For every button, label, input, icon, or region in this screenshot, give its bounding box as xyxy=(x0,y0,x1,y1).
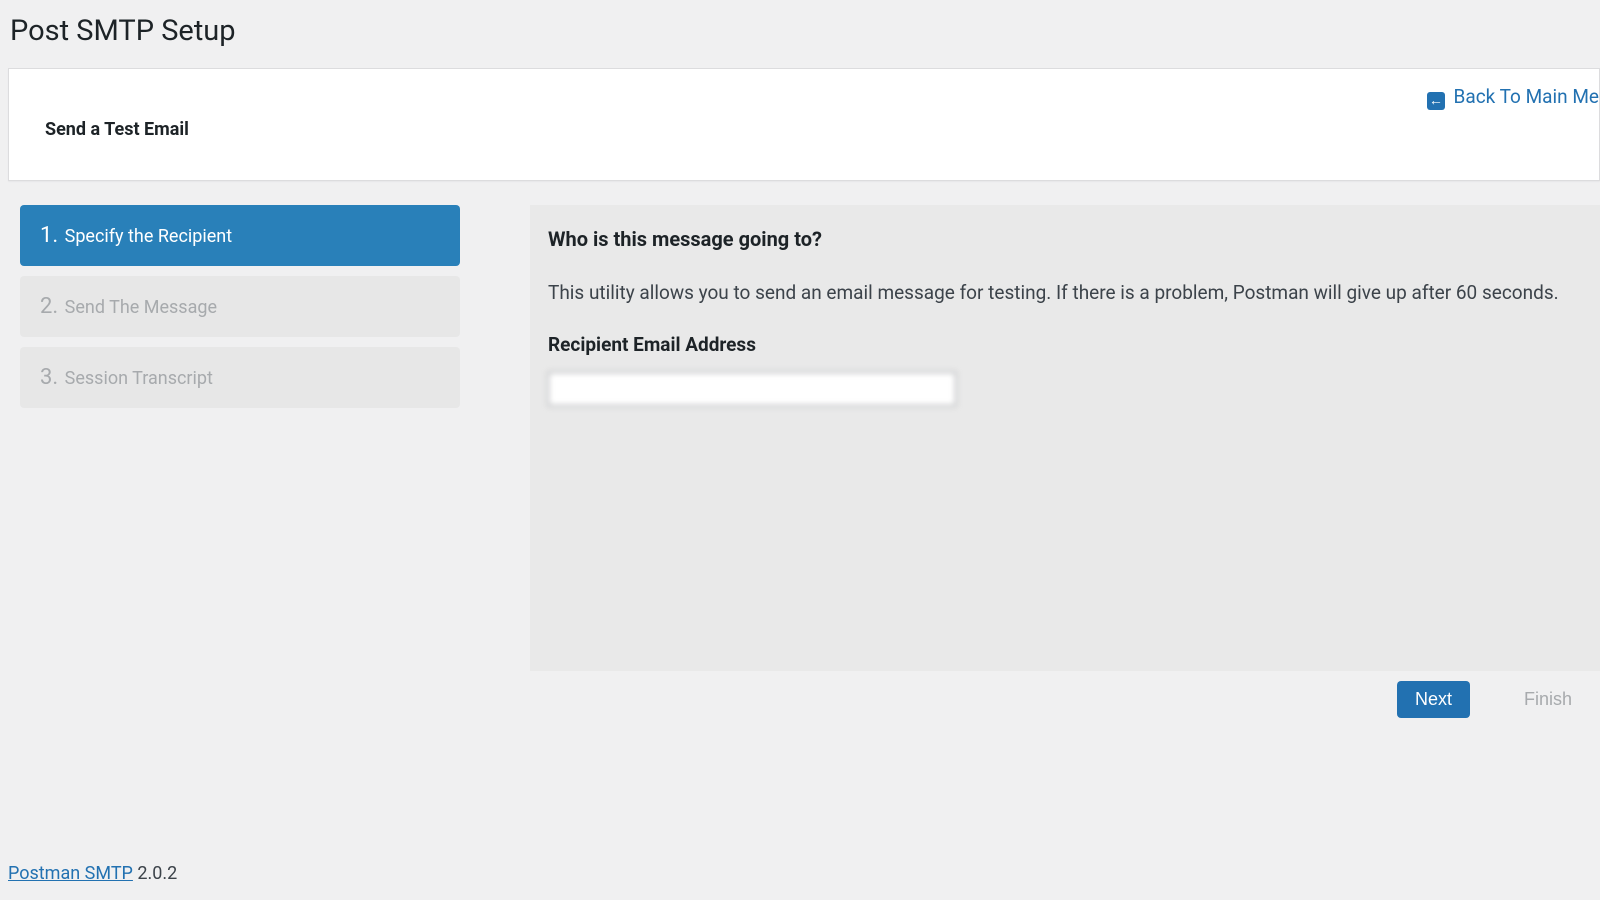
wizard-buttons: Next Finish xyxy=(530,671,1600,718)
version-text: 2.0.2 xyxy=(133,863,177,884)
back-to-main-label: Back To Main Me xyxy=(1454,85,1599,108)
step-label: Specify the Recipient xyxy=(65,226,232,247)
step-specify-recipient[interactable]: 1. Specify the Recipient xyxy=(20,205,460,266)
panel-heading: Who is this message going to? xyxy=(548,227,1580,251)
recipient-email-label: Recipient Email Address xyxy=(548,333,1580,356)
recipient-email-input[interactable] xyxy=(548,372,956,406)
panel-wrap: Who is this message going to? This utili… xyxy=(530,205,1592,718)
page-title: Post SMTP Setup xyxy=(10,14,1592,48)
wizard: 1. Specify the Recipient 2. Send The Mes… xyxy=(8,205,1592,718)
step-send-message[interactable]: 2. Send The Message xyxy=(20,276,460,337)
step-session-transcript[interactable]: 3. Session Transcript xyxy=(20,347,460,408)
panel: Who is this message going to? This utili… xyxy=(530,205,1600,671)
back-to-main-link[interactable]: ← Back To Main Me xyxy=(1427,85,1599,110)
finish-button: Finish xyxy=(1506,681,1590,718)
card-header: ← Back To Main Me Send a Test Email xyxy=(8,68,1600,181)
step-number: 2. xyxy=(40,294,58,319)
step-label: Session Transcript xyxy=(65,368,213,389)
step-number: 3. xyxy=(40,365,58,390)
steps-list: 1. Specify the Recipient 2. Send The Mes… xyxy=(20,205,460,718)
step-number: 1. xyxy=(40,223,58,248)
step-label: Send The Message xyxy=(65,297,217,318)
card-title: Send a Test Email xyxy=(45,119,1569,140)
panel-description: This utility allows you to send an email… xyxy=(548,279,1580,307)
next-button[interactable]: Next xyxy=(1397,681,1470,718)
postman-smtp-link[interactable]: Postman SMTP xyxy=(8,863,133,884)
back-arrow-icon: ← xyxy=(1427,92,1445,110)
footer: Postman SMTP 2.0.2 xyxy=(8,863,177,884)
